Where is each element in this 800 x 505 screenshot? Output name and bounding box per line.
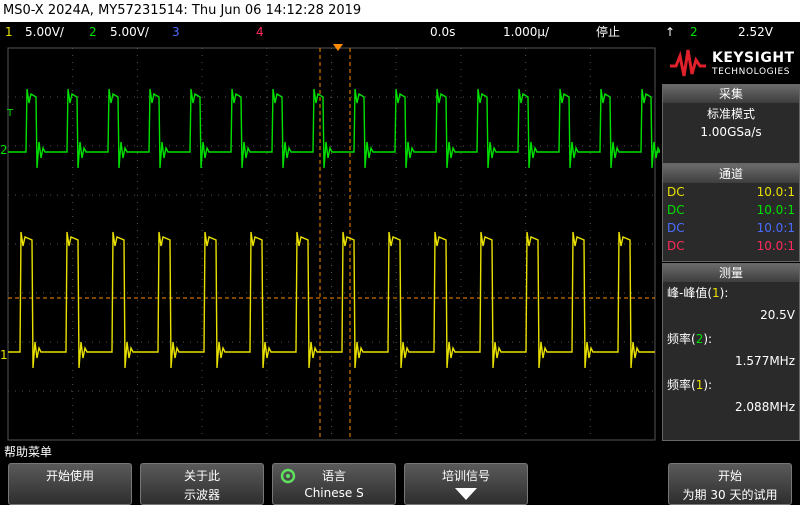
waveform-display[interactable]: T 2 1 bbox=[0, 42, 662, 442]
keysight-logo: KEYSIGHT TECHNOLOGIES bbox=[664, 44, 798, 84]
keysight-wave-icon bbox=[670, 49, 706, 77]
time-offset[interactable]: 0.0s bbox=[430, 22, 455, 42]
acquire-header: 采集 bbox=[663, 85, 799, 103]
help-menu-title: 帮助菜单 bbox=[4, 445, 53, 459]
ch4-number[interactable]: 4 bbox=[256, 22, 264, 42]
down-arrow-icon bbox=[455, 488, 477, 500]
measure-3-label: 频率(1): bbox=[667, 378, 713, 392]
trigger-channel[interactable]: 2 bbox=[690, 22, 698, 42]
coupling-4: DC bbox=[667, 239, 685, 253]
time-scale[interactable]: 1.000µ/ bbox=[503, 22, 549, 42]
measure-2-value: 1.577MHz bbox=[734, 354, 795, 368]
channels-header: 通道 bbox=[663, 165, 799, 183]
run-state[interactable]: 停止 bbox=[596, 22, 620, 42]
coupling-2: DC bbox=[667, 203, 685, 217]
trigger-edge-icon: ↑ bbox=[665, 25, 676, 39]
channel-row-4: DC 10.0:1 bbox=[663, 237, 799, 255]
softkey-5-line2: 为期 30 天的试用 bbox=[682, 488, 778, 502]
softkey-3-line1: 语言 bbox=[321, 469, 346, 483]
acquire-mode: 标准模式 bbox=[706, 107, 755, 121]
softkey-2-line1: 关于此 bbox=[183, 469, 220, 483]
measure-1-value: 20.5V bbox=[760, 308, 795, 322]
probe-4: 10.0:1 bbox=[756, 239, 795, 253]
logo-subtitle: TECHNOLOGIES bbox=[712, 67, 791, 77]
ch3-number[interactable]: 3 bbox=[172, 22, 180, 42]
ch1-scale[interactable]: 5.00V/ bbox=[25, 22, 64, 42]
softkey-4-label: 培训信号 bbox=[441, 469, 490, 483]
channel-row-3: DC 10.0:1 bbox=[663, 219, 799, 237]
measure-2-label: 频率(2): bbox=[667, 332, 713, 346]
trigger-level[interactable]: 2.52V bbox=[738, 22, 773, 42]
measure-header: 测量 bbox=[663, 264, 799, 282]
logo-brand: KEYSIGHT bbox=[712, 50, 795, 66]
coupling-1: DC bbox=[667, 185, 685, 199]
ch2-ground-marker: 2 bbox=[0, 143, 8, 157]
softkey-3-line2: Chinese S bbox=[304, 486, 364, 500]
probe-1: 10.0:1 bbox=[756, 185, 795, 199]
coupling-3: DC bbox=[667, 221, 685, 235]
softkey-language[interactable]: 语言 Chinese S bbox=[272, 463, 396, 505]
softkey-get-started[interactable]: 开始使用 bbox=[8, 463, 132, 505]
measure-3-value: 2.088MHz bbox=[734, 400, 795, 414]
trigger-level-marker: T bbox=[6, 108, 14, 119]
acquire-section[interactable]: 采集 标准模式 1.00GSa/s bbox=[662, 84, 800, 164]
ch2-scale[interactable]: 5.00V/ bbox=[110, 22, 149, 42]
softkey-start-trial[interactable]: 开始 为期 30 天的试用 bbox=[668, 463, 792, 505]
waveform-svg: T 2 1 bbox=[0, 44, 662, 441]
title-bar: MS0-X 2024A, MY57231514: Thu Jun 06 14:1… bbox=[0, 0, 800, 22]
softkey-training-signals[interactable]: 培训信号 bbox=[404, 463, 528, 505]
measure-section[interactable]: 测量 峰-峰值(1): 20.5V 频率(2): 1.577MHz 频率(1):… bbox=[662, 263, 800, 441]
ch2-waveform bbox=[8, 88, 662, 169]
help-menu-bar: 帮助菜单 bbox=[0, 442, 800, 462]
measure-1-label: 峰-峰值(1): bbox=[667, 286, 729, 300]
graticule bbox=[7, 47, 656, 441]
ch1-ground-marker: 1 bbox=[0, 348, 8, 362]
sample-rate: 1.00GSa/s bbox=[700, 125, 762, 139]
softkey-5-line1: 开始 bbox=[717, 469, 742, 483]
window-title: MS0-X 2024A, MY57231514: Thu Jun 06 14:1… bbox=[3, 3, 362, 18]
probe-3: 10.0:1 bbox=[756, 221, 795, 235]
channels-section[interactable]: 通道 DC 10.0:1 DC 10.0:1 DC 10.0:1 DC 10.0:1 bbox=[662, 164, 800, 262]
channel-row-2: DC 10.0:1 bbox=[663, 201, 799, 219]
softkey-bar: 开始使用 关于此 示波器 语言 Chinese S 培训信号 开始 为期 30 … bbox=[0, 462, 800, 505]
softkey-1-label: 开始使用 bbox=[45, 469, 94, 483]
status-bar: 1 5.00V/ 2 5.00V/ 3 4 0.0s 1.000µ/ 停止 ↑ … bbox=[0, 22, 800, 42]
right-panel: KEYSIGHT TECHNOLOGIES 采集 标准模式 1.00GSa/s … bbox=[660, 42, 800, 442]
channel-row-1: DC 10.0:1 bbox=[663, 183, 799, 201]
softkey-about-scope[interactable]: 关于此 示波器 bbox=[140, 463, 264, 505]
ch1-number[interactable]: 1 bbox=[5, 22, 13, 42]
probe-2: 10.0:1 bbox=[756, 203, 795, 217]
ch2-number[interactable]: 2 bbox=[89, 22, 97, 42]
softkey-2-line2: 示波器 bbox=[183, 488, 220, 502]
